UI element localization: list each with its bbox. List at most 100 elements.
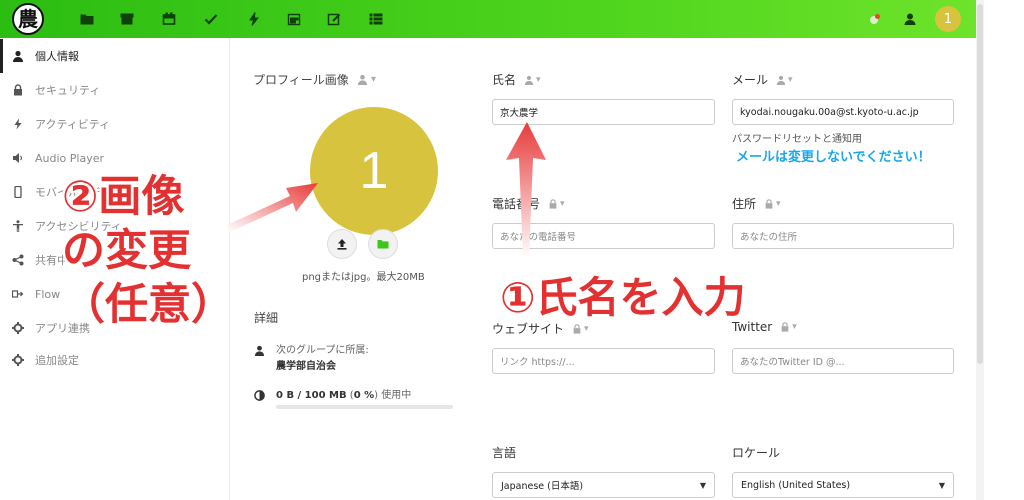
calendar-grid-icon[interactable] (285, 10, 303, 28)
annotation-step2-line3: （任意） (62, 280, 234, 330)
email-field-label: メール ▾ (732, 71, 793, 88)
language-select[interactable]: Japanese (日本語) ▼ (492, 472, 715, 498)
person-icon (254, 343, 270, 357)
website-placeholder: リンク https://... (500, 357, 575, 368)
storage-usage: 0 B / 100 MB (0 %) 使用中 (254, 388, 411, 404)
email-label: メール (732, 73, 769, 87)
check-icon[interactable] (202, 10, 220, 28)
app-logo[interactable]: 農 (12, 3, 44, 35)
folder-icon (377, 240, 389, 249)
settings-page: 農 1 個人情報 セキュリティ アクティビティ Audio Player モバイ… (0, 0, 1024, 500)
visibility-dropdown[interactable]: ▾ (764, 199, 781, 209)
email-note: パスワードリセットと通知用 (732, 134, 862, 145)
visibility-dropdown[interactable]: ▾ (780, 322, 797, 332)
archive-icon[interactable] (118, 10, 136, 28)
name-label: 氏名 (492, 73, 517, 87)
details-title: 詳細 (254, 311, 279, 325)
name-value: 京大農学 (500, 108, 539, 119)
flow-icon (10, 286, 26, 302)
group-label: 次のグループに所属: (276, 345, 369, 356)
contacts-icon (357, 74, 367, 85)
phone-field-label: 電話番号 ▾ (492, 195, 565, 212)
accessibility-icon (10, 218, 26, 234)
sidebar-item-activity[interactable]: アクティビティ (0, 107, 230, 141)
sidebar-item-label: アクティビティ (35, 118, 111, 131)
upload-hint: pngまたはjpg。最大20MB (302, 272, 425, 283)
profile-avatar: 1 (310, 107, 438, 235)
upload-button[interactable] (327, 229, 357, 259)
lock-icon (10, 82, 26, 98)
email-input[interactable]: kyodai.nougaku.00a@st.kyoto-u.ac.jp (732, 99, 954, 125)
language-value: Japanese (日本語) (501, 481, 584, 492)
top-bar: 農 1 (0, 0, 976, 38)
address-field-label: 住所 ▾ (732, 195, 781, 212)
gear-icon (10, 320, 26, 336)
phone-placeholder: あなたの電話番号 (500, 232, 577, 243)
sidebar-item-additional-settings[interactable]: 追加設定 (0, 343, 230, 377)
address-label: 住所 (732, 197, 757, 211)
annotation-step2-line2: の変更 (62, 226, 191, 276)
locale-value: English (United States) (741, 479, 851, 491)
phone-icon (10, 184, 26, 200)
arrow-to-avatar (227, 183, 318, 232)
language-label: 言語 (492, 444, 516, 461)
notifications-icon[interactable] (866, 10, 884, 28)
lock-icon (765, 198, 773, 209)
group-name: 農学部自治会 (276, 361, 336, 372)
visibility-dropdown[interactable]: ▾ (524, 75, 541, 85)
chevron-down-icon: ▼ (938, 480, 945, 490)
folder-icon[interactable] (78, 10, 96, 28)
list-icon[interactable] (367, 10, 385, 28)
calendar-icon[interactable] (160, 10, 178, 28)
choose-from-files-button[interactable] (368, 229, 398, 259)
profile-picture-label: プロフィール画像 (253, 73, 349, 87)
edit-icon[interactable] (325, 10, 343, 28)
sidebar-item-personal-info[interactable]: 個人情報 (0, 39, 230, 73)
name-input[interactable]: 京大農学 (492, 99, 715, 125)
scrollbar-thumb[interactable] (977, 4, 983, 364)
profile-picture-title: プロフィール画像 ▾ (253, 71, 376, 88)
address-input[interactable]: あなたの住所 (732, 223, 954, 249)
visibility-dropdown[interactable]: ▾ (776, 75, 793, 85)
phone-input[interactable]: あなたの電話番号 (492, 223, 715, 249)
annotation-step1: ①氏名を入力 (500, 273, 746, 322)
group-membership: 次のグループに所属: 農学部自治会 (254, 343, 369, 375)
visibility-dropdown[interactable]: ▾ (548, 199, 565, 209)
locale-label-text: ロケール (732, 446, 781, 460)
annotation-step2: ②画像 の変更 （任意） (62, 170, 234, 332)
sidebar-item-security[interactable]: セキュリティ (0, 73, 230, 107)
sidebar-item-label: セキュリティ (35, 84, 101, 97)
visibility-dropdown[interactable]: ▾ (572, 324, 589, 334)
contacts-icon (776, 75, 786, 85)
usage-label: 使用中 (381, 390, 412, 401)
phone-label: 電話番号 (492, 197, 541, 211)
lock-icon (573, 323, 581, 334)
gear-icon (10, 352, 26, 368)
lightning-icon[interactable] (245, 10, 263, 28)
usage-progress-bar (276, 405, 453, 409)
upload-icon (337, 239, 347, 250)
user-avatar[interactable]: 1 (935, 6, 961, 32)
sidebar-item-label: Audio Player (35, 151, 104, 165)
speaker-icon (10, 150, 26, 166)
contacts-icon (524, 75, 534, 85)
twitter-placeholder: あなたのTwitter ID @... (740, 357, 845, 368)
usage-amount: 0 B / 100 MB (276, 390, 347, 401)
person-icon (10, 48, 26, 64)
visibility-dropdown[interactable]: ▾ (357, 74, 376, 85)
avatar-initial: 1 (943, 11, 953, 27)
locale-select[interactable]: English (United States) ▼ (732, 472, 954, 498)
name-field-label: 氏名 ▾ (492, 71, 541, 88)
annotation-step2-line1: ②画像 (62, 172, 185, 222)
lock-icon (781, 322, 789, 332)
share-icon (10, 252, 26, 268)
sidebar-item-label: 個人情報 (35, 50, 79, 63)
twitter-input[interactable]: あなたのTwitter ID @... (732, 348, 954, 374)
logo-text: 農 (18, 7, 38, 31)
sidebar-item-label: 追加設定 (35, 354, 79, 367)
chevron-down-icon: ▼ (699, 480, 706, 490)
contacts-icon[interactable] (901, 10, 919, 28)
locale-label: ロケール (732, 444, 780, 461)
lightning-icon (10, 116, 26, 132)
website-input[interactable]: リンク https://... (492, 348, 715, 374)
